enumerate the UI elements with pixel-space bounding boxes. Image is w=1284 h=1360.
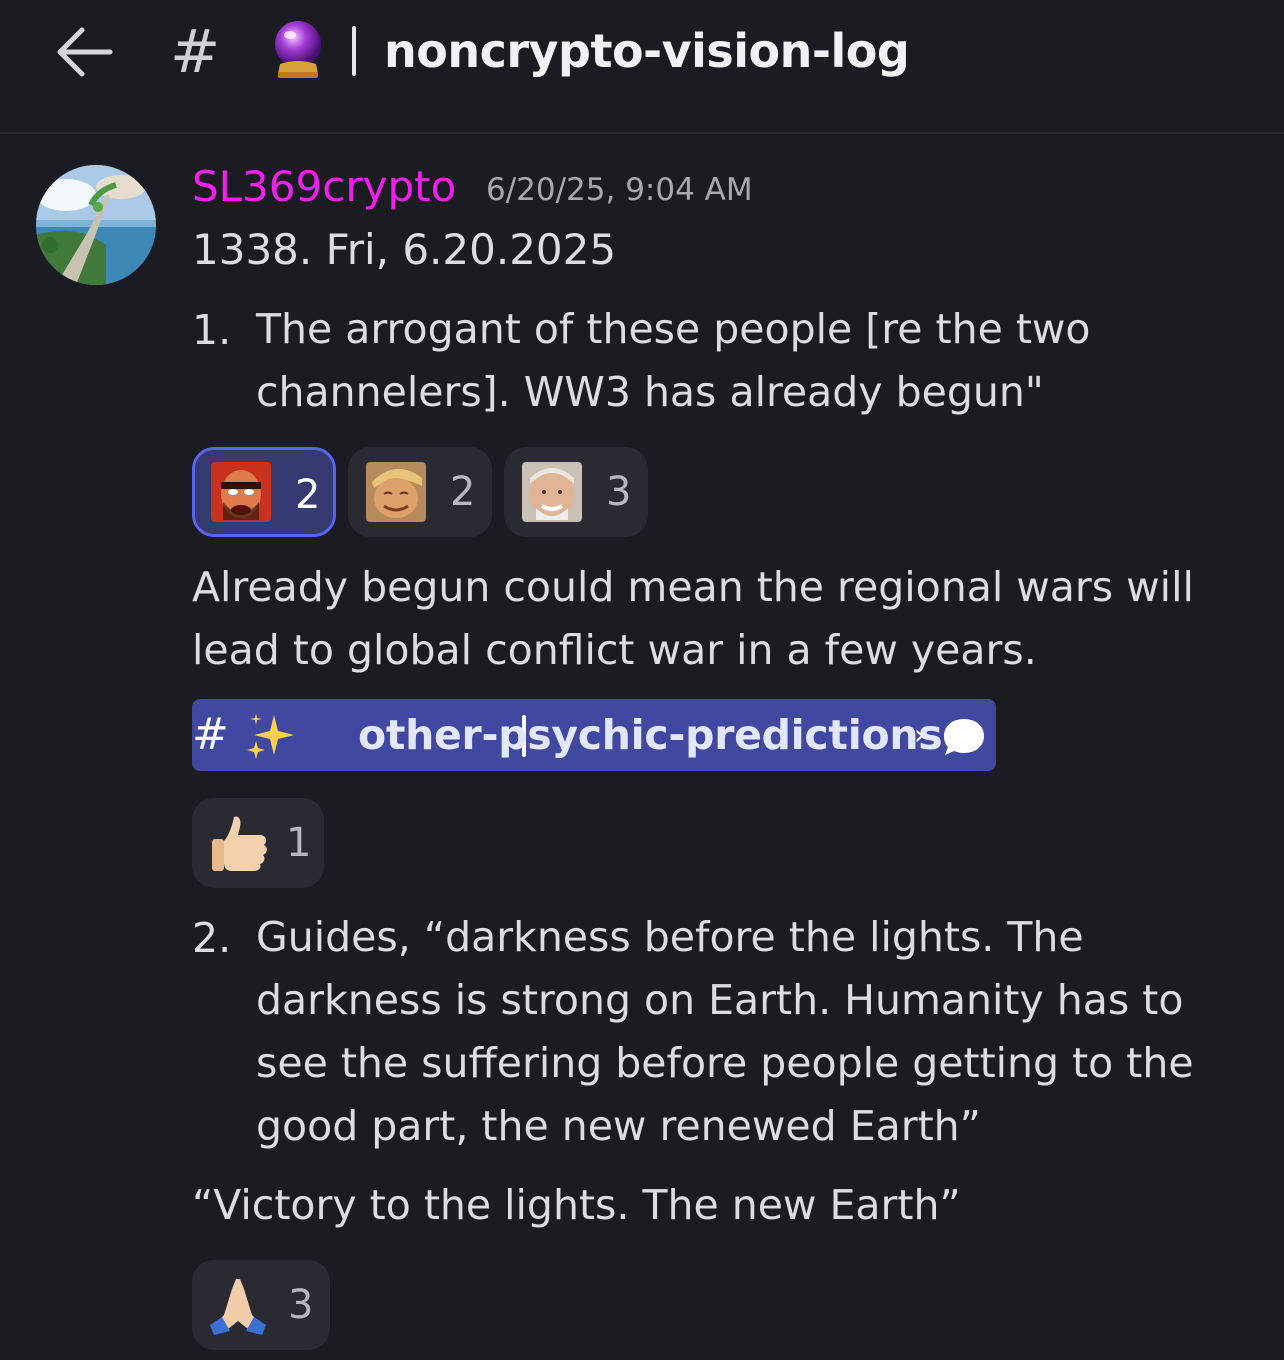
smug-face-emoji [366, 462, 426, 522]
list-number-2: 2. [192, 914, 232, 962]
reaction-thumbs-up[interactable]: 1 [192, 798, 324, 888]
back-button[interactable] [52, 22, 116, 82]
message-paragraph-1: Already begun could mean the regional wa… [192, 563, 1194, 674]
crystal-ball-icon [268, 18, 328, 80]
angry-man-emoji [211, 462, 271, 522]
list-number-1: 1. [192, 306, 232, 354]
reaction-hide-the-pain[interactable]: 3 [504, 447, 648, 537]
channel-link-name: other-psychic-predictions [358, 711, 943, 759]
channel-name[interactable]: noncrypto-vision-log [384, 18, 910, 84]
hide-the-pain-emoji [522, 462, 582, 522]
reaction-count: 2 [295, 472, 321, 518]
channel-header: # noncrypto-vision-log [0, 0, 1284, 134]
list-item-1-text: The arrogant of these people [re the two… [256, 305, 1091, 416]
reaction-folded-hands[interactable]: 3 [192, 1260, 330, 1350]
reaction-smug-face[interactable]: 2 [348, 447, 492, 537]
chevron-right-icon: › [914, 718, 926, 751]
message-first-line: 1338. Fri, 6.20.2025 [192, 225, 617, 274]
reaction-count: 2 [450, 469, 476, 515]
channel-name-divider [352, 26, 356, 76]
list-item-2-text: Guides, “darkness before the lights. The… [256, 913, 1194, 1150]
message-timestamp: 6/20/25, 9:04 AM [486, 172, 753, 208]
channel-mention-link[interactable]: # other-psychic-predictions › [192, 699, 996, 771]
reaction-count: 3 [288, 1282, 314, 1328]
thumbs-up-emoji [210, 813, 270, 873]
message-paragraph-2: “Victory to the lights. The new Earth” [192, 1181, 961, 1229]
avatar[interactable] [36, 165, 156, 285]
folded-hands-emoji [208, 1275, 268, 1335]
message-author[interactable]: SL369crypto [192, 160, 456, 214]
reaction-count: 1 [286, 820, 312, 866]
reaction-count: 3 [606, 469, 632, 515]
speech-bubble-icon [942, 717, 986, 757]
reaction-angry-man[interactable]: 2 [192, 447, 336, 537]
channel-hash-icon: # [170, 17, 221, 87]
arrow-left-icon [57, 27, 113, 77]
channel-hash-icon: # [192, 709, 229, 760]
sparkles-icon [244, 711, 296, 763]
